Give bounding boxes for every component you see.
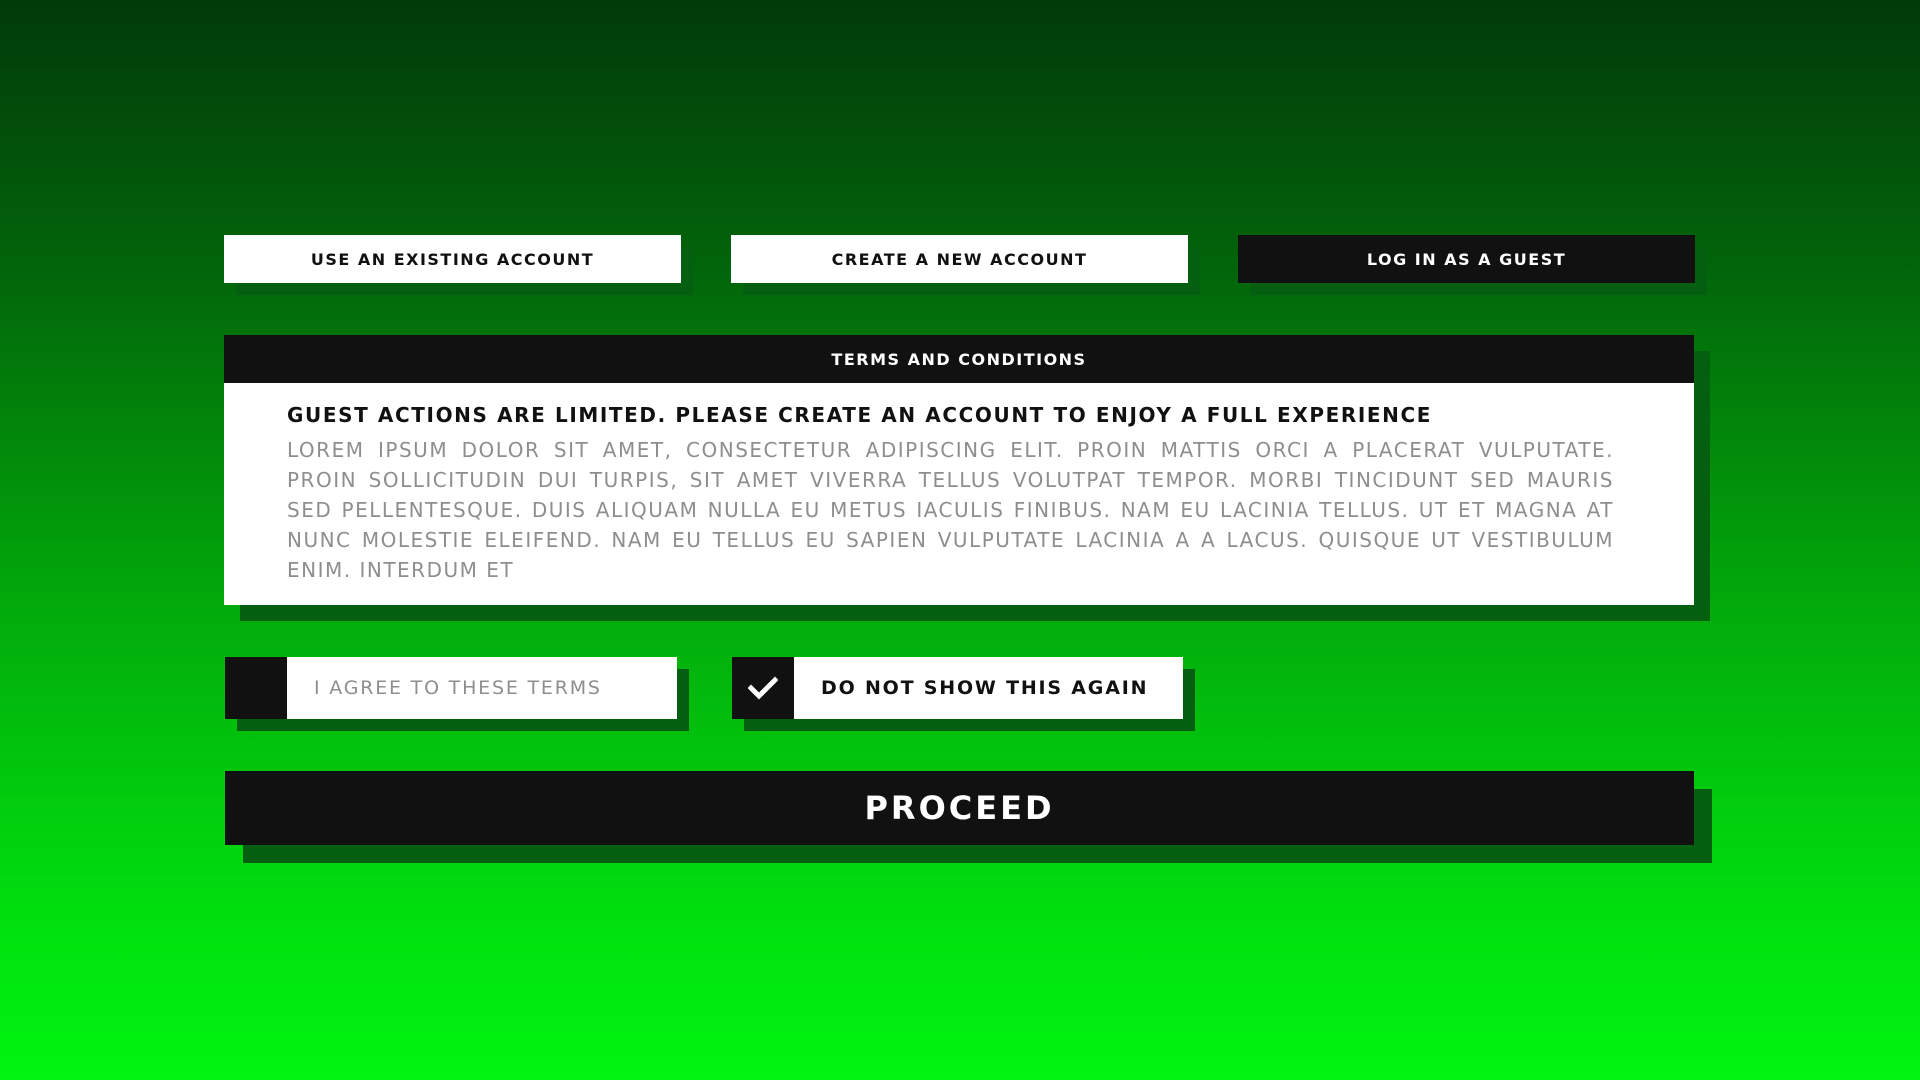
agree-checkbox-box[interactable] [225,657,287,719]
terms-scroll-area[interactable]: GUEST ACTIONS ARE LIMITED. PLEASE CREATE… [224,383,1694,605]
agree-terms-checkbox[interactable]: I AGREE TO THESE TERMS [225,657,677,719]
do-not-show-again-checkbox[interactable]: DO NOT SHOW THIS AGAIN [732,657,1183,719]
checkmark-icon [748,676,778,700]
log-in-as-guest-button[interactable]: LOG IN AS A GUEST [1238,235,1695,283]
create-new-account-button[interactable]: CREATE A NEW ACCOUNT [731,235,1188,283]
terms-panel: TERMS AND CONDITIONS GUEST ACTIONS ARE L… [224,335,1694,605]
do-not-show-again-label: DO NOT SHOW THIS AGAIN [821,677,1149,699]
use-existing-account-button[interactable]: USE AN EXISTING ACCOUNT [224,235,681,283]
guest-notice: GUEST ACTIONS ARE LIMITED. PLEASE CREATE… [287,403,1433,427]
proceed-button[interactable]: PROCEED [225,771,1694,845]
terms-body-text: LOREM IPSUM DOLOR SIT AMET, CONSECTETUR … [287,438,1614,582]
terms-title: TERMS AND CONDITIONS [224,335,1694,383]
no-show-checkbox-box[interactable] [732,657,794,719]
agree-terms-label: I AGREE TO THESE TERMS [314,677,602,699]
